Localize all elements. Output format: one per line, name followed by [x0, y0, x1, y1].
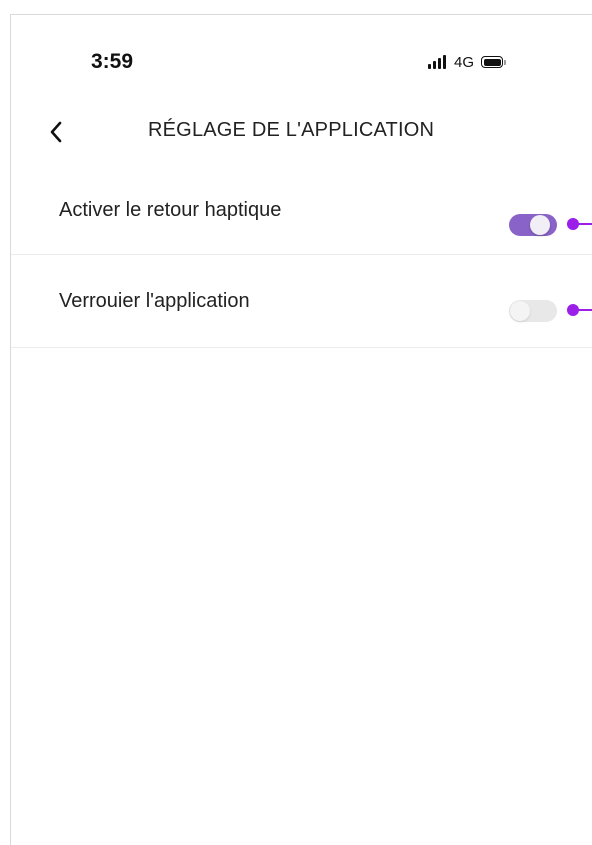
status-bar: 3:59 4G — [11, 15, 592, 95]
toggle-knob — [510, 301, 530, 321]
signal-bars-icon — [428, 55, 448, 69]
setting-label-haptic: Activer le retour haptique — [59, 199, 282, 221]
chevron-left-icon — [50, 121, 62, 143]
callout-marker — [567, 218, 592, 230]
app-screen: 3:59 4G RÉGLAGE DE L'APPLICATION Activer… — [10, 14, 592, 845]
page-title: RÉGLAGE DE L'APPLICATION — [148, 119, 435, 141]
status-indicators: 4G — [428, 51, 507, 73]
callout-line — [577, 309, 592, 311]
haptic-toggle[interactable] — [509, 214, 557, 236]
battery-cap — [504, 59, 507, 65]
back-button[interactable] — [43, 115, 69, 149]
battery-icon — [481, 56, 504, 68]
setting-row-lock: Verrouier l'application — [11, 255, 592, 348]
lock-app-toggle[interactable] — [509, 300, 557, 322]
setting-row-haptic: Activer le retour haptique — [11, 175, 592, 255]
setting-label-lock: Verrouier l'application — [59, 290, 250, 312]
network-type: 4G — [454, 53, 475, 71]
navigation-header: RÉGLAGE DE L'APPLICATION — [11, 111, 592, 155]
settings-list: Activer le retour haptique Verrouier l'a… — [11, 175, 592, 348]
status-time: 3:59 — [91, 50, 134, 73]
callout-marker — [567, 304, 592, 316]
callout-line — [577, 223, 592, 225]
toggle-knob — [530, 215, 550, 235]
